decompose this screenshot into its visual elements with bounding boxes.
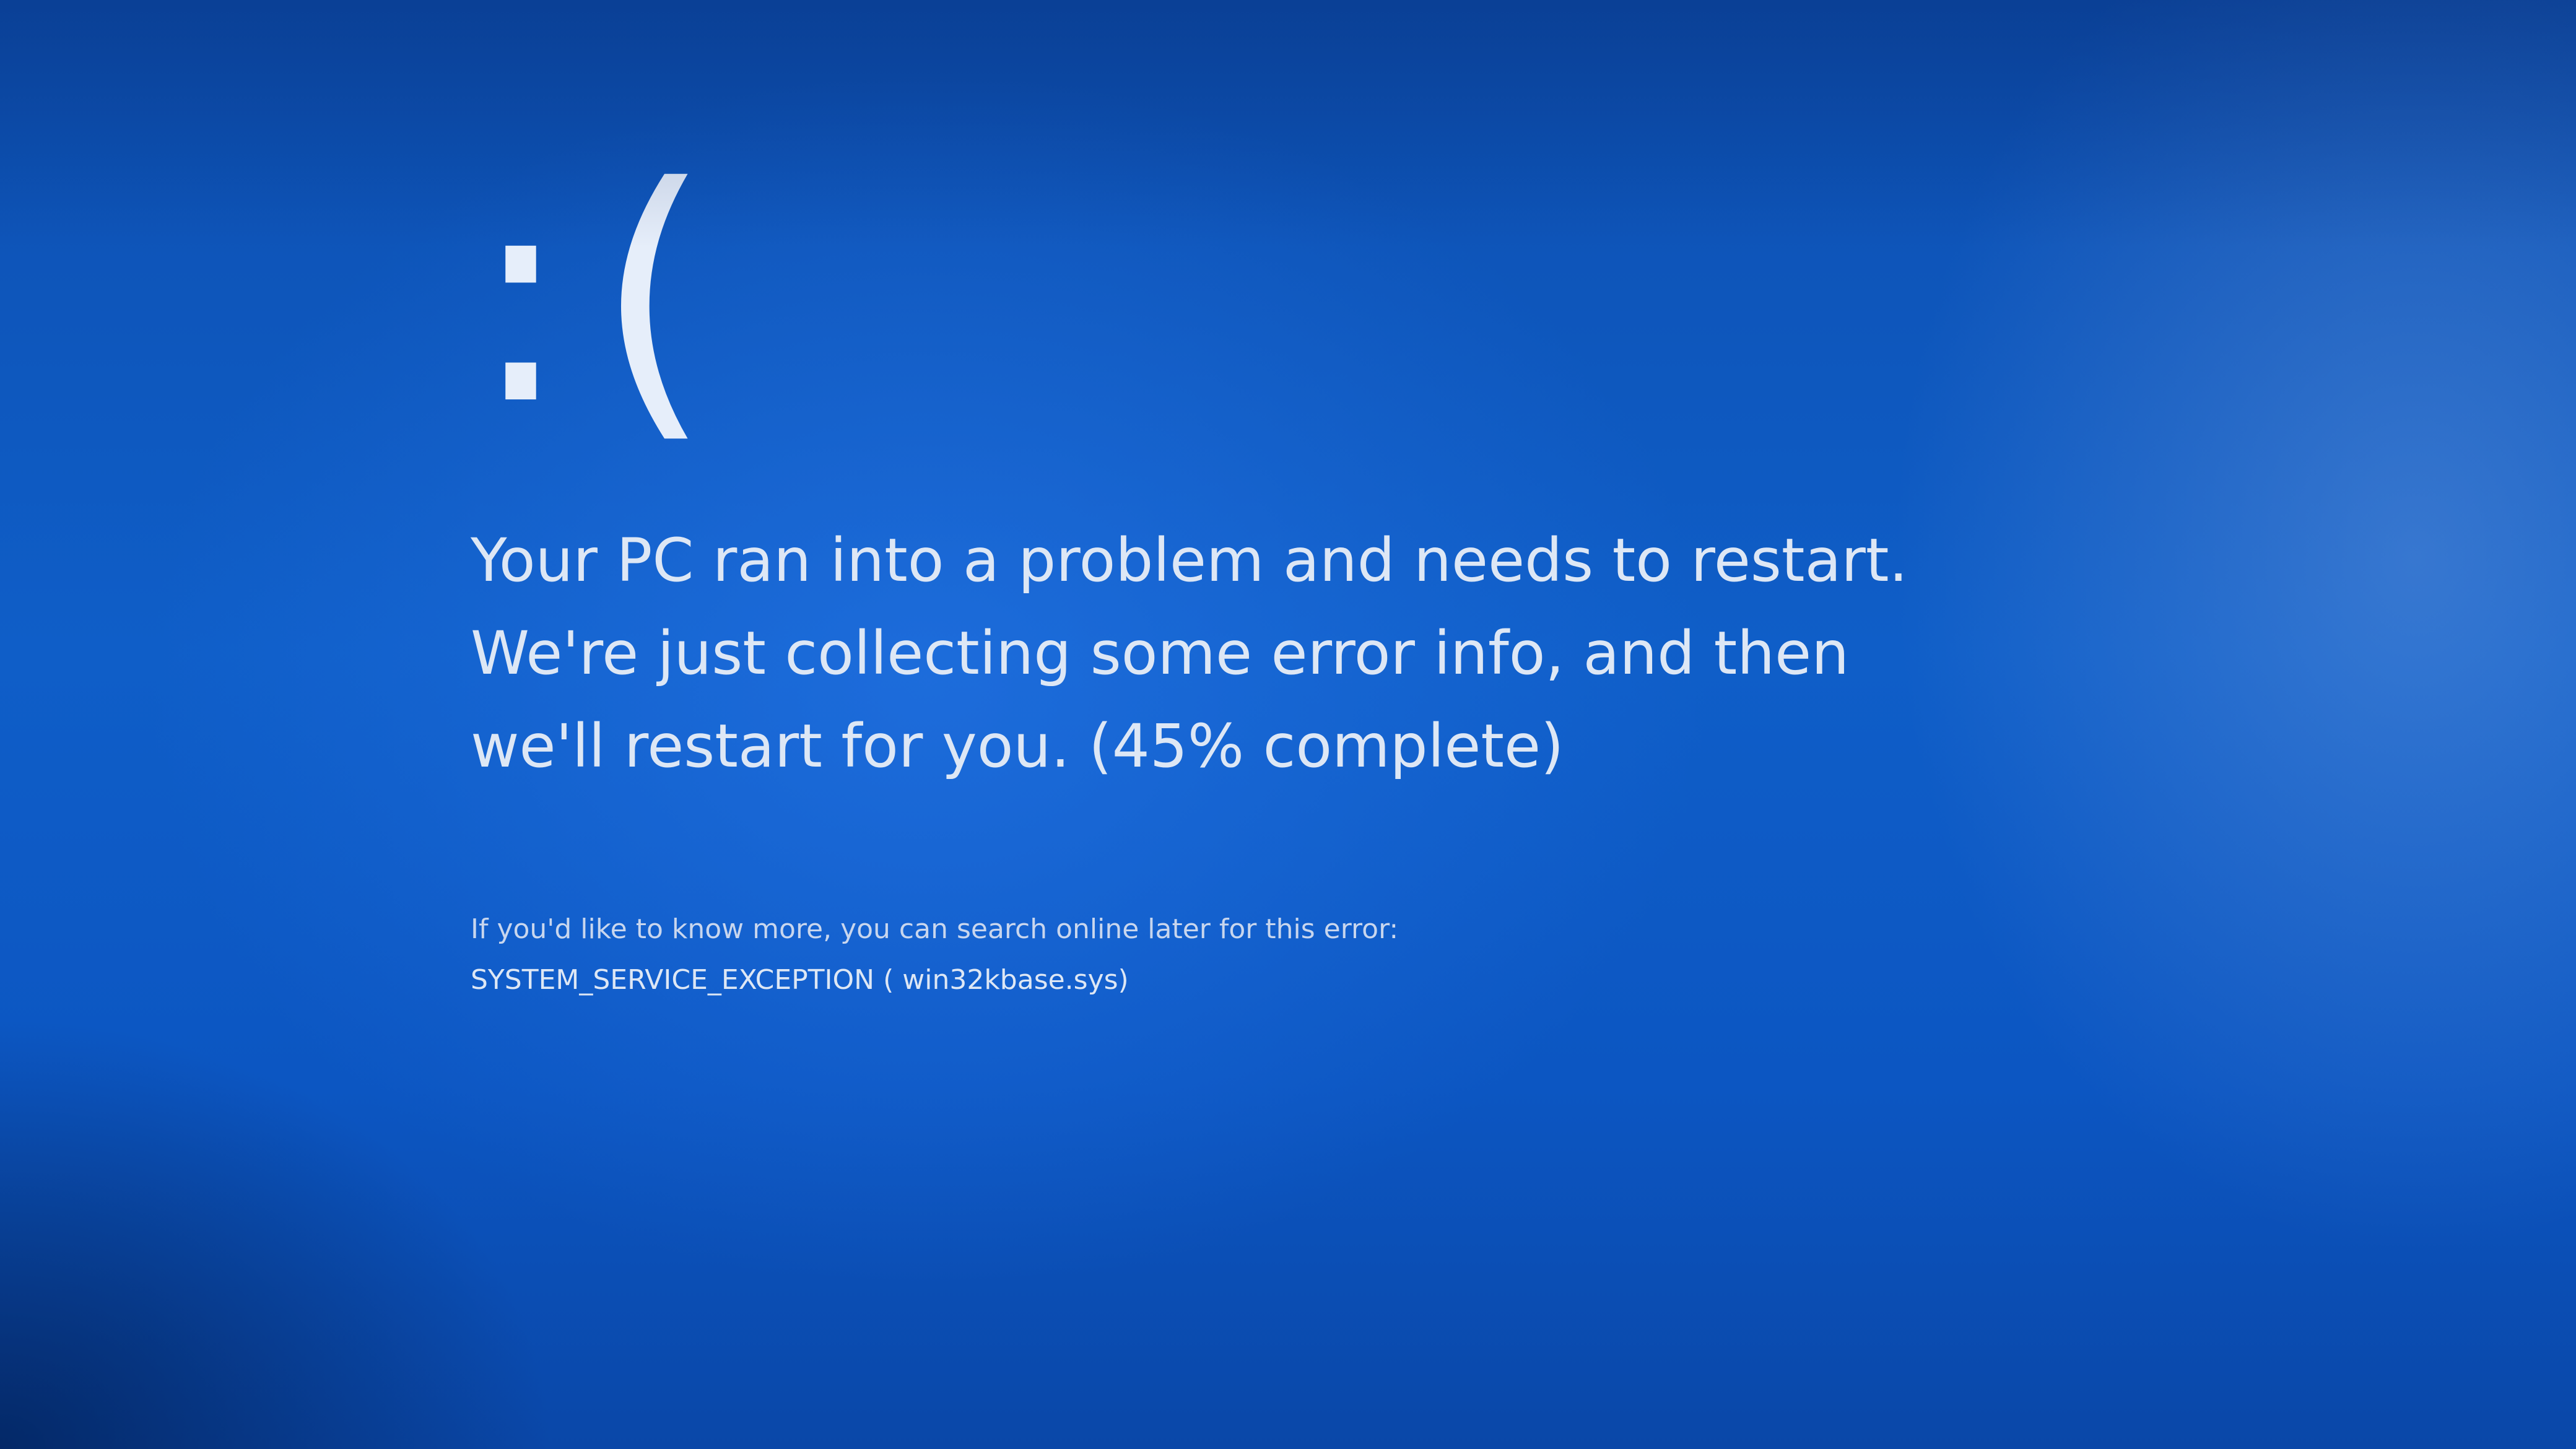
message-line-1: Your PC ran into a problem and needs to … (471, 526, 1908, 595)
stop-code: SYSTEM_SERVICE_EXCEPTION (471, 964, 875, 996)
error-details: If you'd like to know more, you can sear… (471, 904, 1802, 1006)
sad-face-emoticon: :( (471, 124, 736, 470)
details-prefix: If you'd like to know more, you can sear… (471, 913, 1399, 945)
bsod-content: :( Your PC ran into a problem and needs … (471, 124, 1908, 1006)
error-message: Your PC ran into a problem and needs to … (471, 514, 1908, 793)
blue-screen: :( Your PC ran into a problem and needs … (0, 0, 2576, 1449)
progress-percent: 45% (1112, 711, 1245, 781)
message-line-3-prefix: we'll restart for you. ( (471, 711, 1112, 781)
failing-module: ( win32kbase.sys) (883, 964, 1129, 996)
message-line-3: we'll restart for you. (45% complete) (471, 700, 1895, 793)
message-line-3-suffix: complete) (1244, 711, 1564, 781)
message-line-2: We're just collecting some error info, a… (471, 619, 1850, 688)
